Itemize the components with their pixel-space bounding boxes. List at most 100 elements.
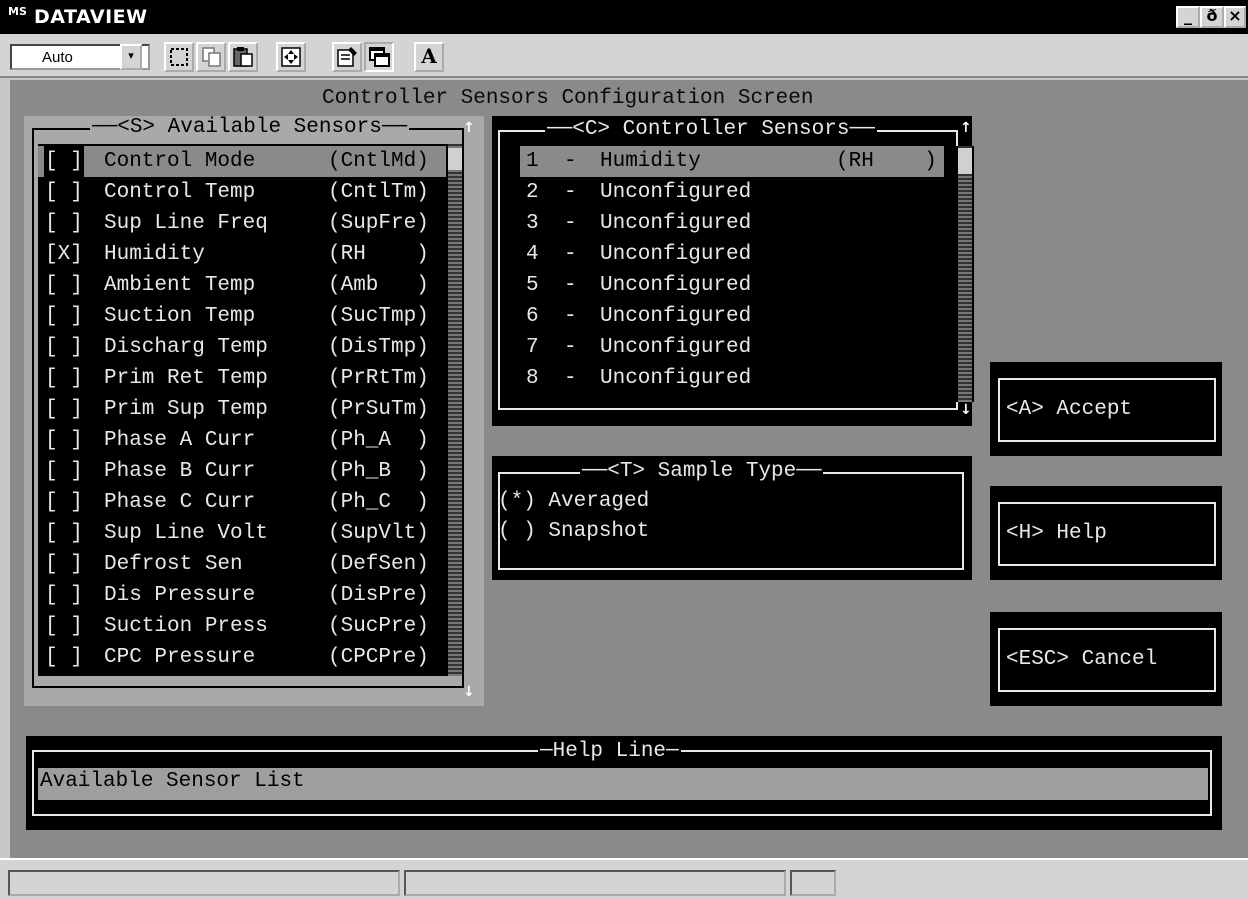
sensor-checkbox[interactable]: [ ] (44, 518, 84, 549)
sensor-checkbox[interactable]: [ ] (44, 270, 84, 301)
sensor-list-item[interactable]: [ ] Prim Sup Temp (PrSuTm) (38, 394, 446, 425)
sensor-code: (SupVlt) (328, 522, 429, 545)
status-pane-3 (790, 870, 836, 896)
controller-sensors-title-text: <C> Controller Sensors (572, 118, 850, 141)
sensor-name: Ambient Temp (104, 274, 256, 297)
sensor-list-item[interactable]: [ ] Sup Line Freq (SupFre) (38, 208, 446, 239)
separator-dash: - (564, 212, 577, 235)
sensor-checkbox[interactable]: [ ] (44, 611, 84, 642)
copy-icon[interactable] (196, 42, 226, 72)
sensor-checkbox[interactable]: [X] (44, 239, 84, 270)
status-pane-4 (840, 870, 1244, 896)
sensor-checkbox[interactable]: [ ] (44, 332, 84, 363)
sensor-list-item[interactable]: [ ] Phase B Curr (Ph_B ) (38, 456, 446, 487)
available-sensors-title-text: <S> Available Sensors (117, 116, 382, 139)
screen-title: Controller Sensors Configuration Screen (322, 87, 814, 110)
scroll-up-arrow-icon[interactable]: ↑ (960, 120, 972, 136)
radio-selected: (*) (498, 490, 536, 513)
mark-icon[interactable] (164, 42, 194, 72)
controller-sensor-item[interactable]: 7 - Unconfigured (520, 332, 940, 363)
sample-type-snapshot[interactable]: ( ) Snapshot (498, 520, 649, 543)
close-button[interactable]: × (1224, 6, 1246, 28)
sensor-list-item[interactable]: [X] Humidity (RH ) (38, 239, 446, 270)
sensor-list-item[interactable]: [ ] Phase C Curr (Ph_C ) (38, 487, 446, 518)
sensor-code: (Ph_A ) (328, 429, 429, 452)
help-button[interactable]: <H> Help (990, 486, 1222, 580)
app-icon: MS (8, 5, 27, 18)
controller-sensor-item[interactable]: 4 - Unconfigured (520, 239, 940, 270)
scroll-up-arrow-icon[interactable]: ↑ (463, 120, 475, 136)
controller-sensor-item[interactable]: 5 - Unconfigured (520, 270, 940, 301)
available-sensors-scrollbar[interactable] (446, 144, 464, 676)
cancel-button-label: <ESC> Cancel (1006, 648, 1158, 671)
cancel-button[interactable]: <ESC> Cancel (990, 612, 1222, 706)
option-label: Averaged (548, 490, 650, 513)
sensor-name: Dis Pressure (104, 584, 256, 607)
paste-icon[interactable] (228, 42, 258, 72)
sensor-name: Suction Temp (104, 305, 256, 328)
controller-sensor-number: 7 (526, 336, 539, 359)
chevron-down-icon[interactable]: ▾ (120, 44, 142, 70)
sensor-code: (PrSuTm) (328, 398, 429, 421)
sensor-list-item[interactable]: [ ] Defrost Sen (DefSen) (38, 549, 446, 580)
sensor-checkbox[interactable]: [ ] (44, 394, 84, 425)
sensor-list-item[interactable]: [ ] Prim Ret Temp (PrRtTm) (38, 363, 446, 394)
controller-sensors-scrollbar[interactable] (956, 146, 974, 402)
sensor-list-item[interactable]: [ ] Control Mode (CntlMd) (38, 146, 446, 177)
sensor-name: Phase C Curr (104, 491, 256, 514)
controller-sensor-item[interactable]: 6 - Unconfigured (520, 301, 940, 332)
scroll-thumb[interactable] (448, 148, 462, 170)
sensor-checkbox[interactable]: [ ] (44, 580, 84, 611)
sensor-list-item[interactable]: [ ] Ambient Temp (Amb ) (38, 270, 446, 301)
sensor-list-item[interactable]: [ ] Suction Temp (SucTmp) (38, 301, 446, 332)
sensor-checkbox[interactable]: [ ] (44, 301, 84, 332)
scroll-track[interactable] (448, 144, 462, 676)
sensor-checkbox[interactable]: [ ] (44, 146, 84, 177)
sensor-checkbox[interactable]: [ ] (44, 487, 84, 518)
help-line-title: ─Help Line─ (538, 740, 681, 763)
scroll-thumb[interactable] (958, 148, 972, 174)
controller-sensor-item[interactable]: 8 - Unconfigured (520, 363, 940, 394)
available-sensors-list[interactable]: [ ] Control Mode (CntlMd) [ ] Control Temp (C… (38, 144, 446, 676)
window-title: DATAVIEW (34, 6, 148, 28)
sensor-code: (Ph_B ) (328, 460, 429, 483)
sensor-name: Prim Sup Temp (104, 398, 268, 421)
maximize-button[interactable]: ð (1200, 6, 1224, 28)
sensor-checkbox[interactable]: [ ] (44, 456, 84, 487)
scroll-down-arrow-icon[interactable]: ↓ (463, 684, 475, 700)
sensor-checkbox[interactable]: [ ] (44, 177, 84, 208)
separator-dash: - (564, 336, 577, 359)
help-button-label: <H> Help (1006, 522, 1107, 545)
sensor-checkbox[interactable]: [ ] (44, 208, 84, 239)
sensor-list-item[interactable]: [ ] Discharg Temp (DisTmp) (38, 332, 446, 363)
scroll-down-arrow-icon[interactable]: ↓ (960, 402, 972, 418)
scroll-track[interactable] (958, 146, 972, 402)
minimize-button[interactable]: _ (1176, 6, 1200, 28)
sensor-list-item[interactable]: [ ] Dis Pressure (DisPre) (38, 580, 446, 611)
sensor-list-item[interactable]: [ ] Sup Line Volt (SupVlt) (38, 518, 446, 549)
sensor-checkbox[interactable]: [ ] (44, 642, 84, 673)
controller-sensor-item[interactable]: 2 - Unconfigured (520, 177, 940, 208)
background-icon[interactable] (364, 42, 394, 72)
full-screen-icon[interactable] (276, 42, 306, 72)
controller-sensor-name: Unconfigured (600, 336, 752, 359)
font-button[interactable]: A (414, 42, 444, 72)
sensor-checkbox[interactable]: [ ] (44, 363, 84, 394)
sensor-list-item[interactable]: [ ] Control Temp (CntlTm) (38, 177, 446, 208)
accept-button[interactable]: <A> Accept (990, 362, 1222, 456)
sensor-checkbox[interactable]: [ ] (44, 425, 84, 456)
sensor-name: Control Temp (104, 181, 256, 204)
properties-icon[interactable] (332, 42, 362, 72)
sensor-code: (RH ) (328, 243, 429, 266)
controller-sensor-item[interactable]: 1 - Humidity (RH ) (520, 146, 944, 177)
controller-sensor-item[interactable]: 3 - Unconfigured (520, 208, 940, 239)
sensor-list-item[interactable]: [ ] CPC Pressure (CPCPre) (38, 642, 446, 673)
accept-button-label: <A> Accept (1006, 398, 1133, 421)
sample-type-averaged[interactable]: (*) Averaged (498, 490, 649, 513)
separator-dash: - (564, 367, 577, 390)
sensor-list-item[interactable]: [ ] Phase A Curr (Ph_A ) (38, 425, 446, 456)
sensor-checkbox[interactable]: [ ] (44, 549, 84, 580)
separator-dash: - (564, 305, 577, 328)
sensor-list-item[interactable]: [ ] Suction Press (SucPre) (38, 611, 446, 642)
sensor-code: (SucPre) (328, 615, 429, 638)
